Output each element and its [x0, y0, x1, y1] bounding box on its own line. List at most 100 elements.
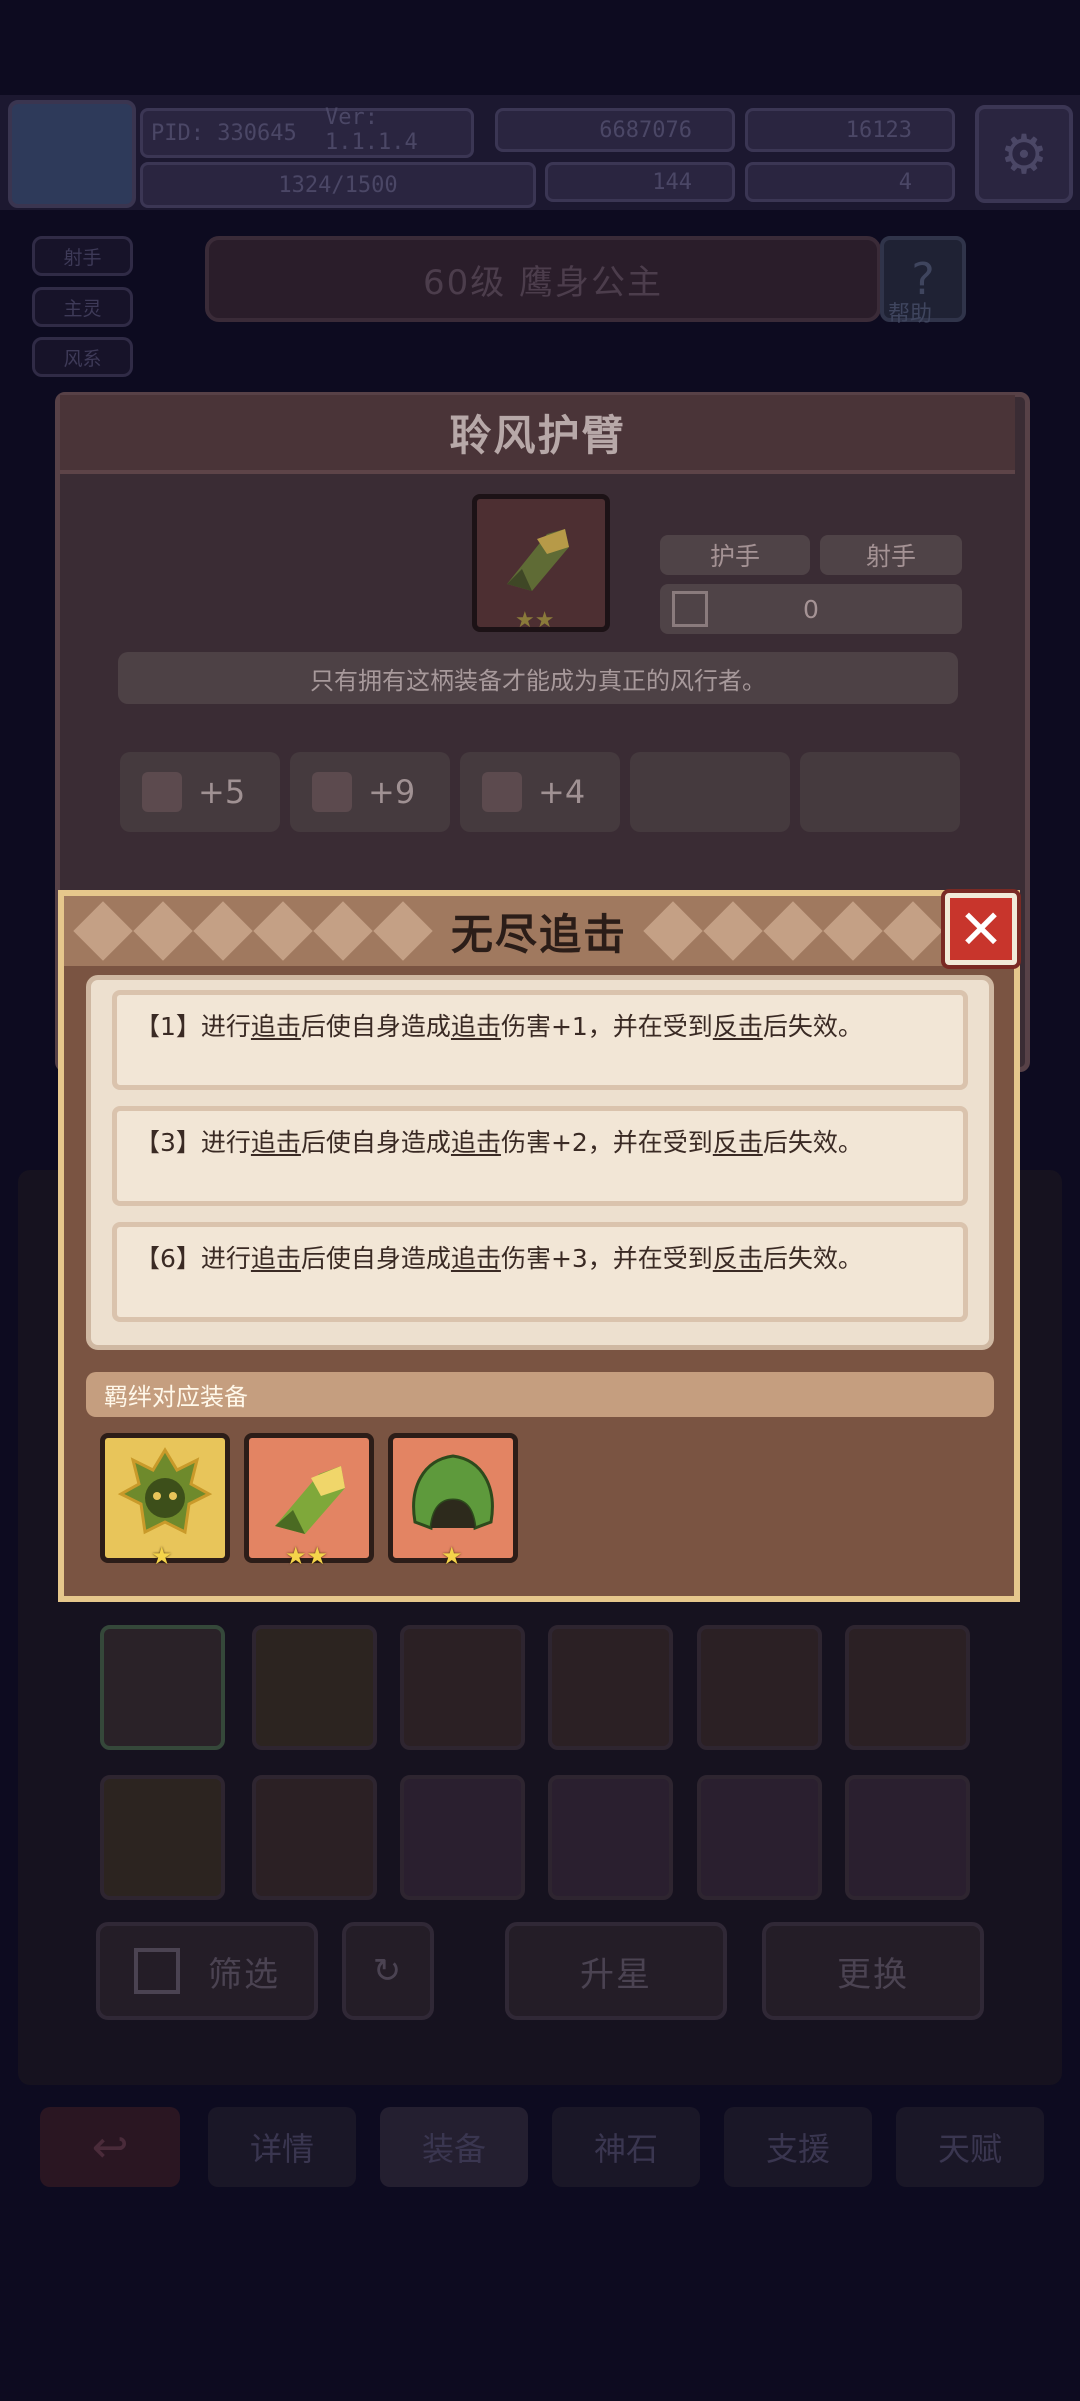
inventory-slot[interactable] — [400, 1625, 525, 1750]
stat-speed: +9 — [290, 752, 450, 832]
effect-tier-3: 【3】进行追击后使自身造成追击伤害+2，并在受到反击后失效。 — [112, 1106, 968, 1206]
avatar[interactable] — [8, 100, 136, 208]
tag-role: 主灵 — [32, 287, 133, 327]
effect-text: 伤害+3，并在受到 — [500, 1244, 713, 1273]
tab-support[interactable]: 支援 — [724, 2107, 872, 2187]
inventory-slot[interactable] — [100, 1625, 225, 1750]
spiked-helmet-icon — [117, 1447, 213, 1535]
item-stars: ★★ — [515, 608, 555, 633]
keyword-link[interactable]: 反击 — [713, 1244, 763, 1273]
inventory-slot[interactable] — [548, 1625, 673, 1750]
feather-icon — [482, 772, 522, 812]
tag-class: 射手 — [32, 236, 133, 276]
keyword-link[interactable]: 反击 — [713, 1012, 763, 1041]
keyword-link[interactable]: 追击 — [251, 1244, 301, 1273]
close-button[interactable]: ✕ — [945, 893, 1017, 965]
tab-talent[interactable]: 天赋 — [896, 2107, 1044, 2187]
equipment-description: 只有拥有这柄装备才能成为真正的风行者。 — [118, 652, 958, 704]
bond-item-helmet[interactable]: ★ — [100, 1433, 230, 1570]
inventory-slot[interactable] — [252, 1625, 377, 1750]
bond-section-title: 羁绊对应装备 — [86, 1372, 994, 1417]
stat-attack: +5 — [120, 752, 280, 832]
star-icon: ★★ — [285, 1542, 329, 1570]
boot-icon — [312, 772, 352, 812]
keyword-link[interactable]: 反击 — [713, 1128, 763, 1157]
effect-text: 【3】进行 — [135, 1128, 251, 1157]
modal-title: 无尽追击 — [450, 909, 627, 959]
exp-bar: 1324/1500 — [140, 162, 536, 208]
star-icon: ★ — [441, 1542, 463, 1570]
keyword-link[interactable]: 追击 — [451, 1012, 501, 1041]
settings-gear-icon[interactable]: ⚙ — [975, 105, 1073, 203]
inventory-slot[interactable] — [697, 1625, 822, 1750]
exp-text: 1324/1500 — [278, 172, 398, 198]
keys-text: 4 — [898, 169, 912, 195]
version-text: Ver: 1.1.1.4 — [325, 105, 418, 155]
refresh-icon: ↻ — [372, 1951, 404, 1991]
effect-text: 后失效。 — [762, 1012, 863, 1041]
effect-text: 后失效。 — [762, 1244, 863, 1273]
refresh-button[interactable]: ↻ — [342, 1922, 434, 2020]
effect-text: 后使自身造成 — [300, 1128, 451, 1157]
upgrade-star-button[interactable]: 升星 — [505, 1922, 727, 2020]
keyword-link[interactable]: 追击 — [451, 1128, 501, 1157]
coins-counter: 6687076 — [495, 108, 735, 152]
help-label: 帮助 — [888, 302, 933, 327]
effect-text: 伤害+1，并在受到 — [500, 1012, 713, 1041]
stat-attack-value: +5 — [198, 773, 246, 811]
keyword-link[interactable]: 追击 — [451, 1244, 501, 1273]
bond-item-bracer[interactable]: ★★ — [244, 1433, 374, 1570]
stat-empty-2 — [800, 752, 960, 832]
shards-text: 144 — [652, 169, 692, 195]
bracer-icon — [275, 1466, 345, 1534]
bond-item-hood[interactable]: ★ — [388, 1433, 518, 1570]
bracer-icon — [507, 529, 569, 591]
version-label: Ver: 1.1.1.4 — [325, 105, 475, 155]
tag-element: 风系 — [32, 337, 133, 377]
inventory-slot[interactable] — [697, 1775, 822, 1900]
keyword-link[interactable]: 追击 — [251, 1128, 301, 1157]
replace-button[interactable]: 更换 — [762, 1922, 984, 2020]
effect-text: 【1】进行 — [135, 1012, 251, 1041]
star-icon: ★ — [151, 1542, 173, 1570]
tab-equipment[interactable]: 装备 — [380, 2107, 528, 2187]
class-tag: 射手 — [820, 535, 962, 575]
type-tag: 护手 — [660, 535, 810, 575]
effect-tier-6: 【6】进行追击后使自身造成追击伤害+3，并在受到反击后失效。 — [112, 1222, 968, 1322]
effect-text: 后失效。 — [762, 1128, 863, 1157]
effect-text: 后使自身造成 — [300, 1012, 451, 1041]
tab-godstone[interactable]: 神石 — [552, 2107, 700, 2187]
close-icon: ✕ — [958, 897, 1004, 961]
effect-text: 后使自身造成 — [300, 1244, 451, 1273]
stat-dodge: +4 — [460, 752, 620, 832]
inventory-slot[interactable] — [252, 1775, 377, 1900]
tab-details[interactable]: 详情 — [208, 2107, 356, 2187]
inventory-slot[interactable] — [400, 1775, 525, 1900]
equipment-name: 聆风护臂 — [60, 395, 1015, 474]
grid-icon — [672, 591, 708, 627]
stat-speed-value: +9 — [368, 773, 416, 811]
gems-counter: 16123 — [745, 108, 955, 152]
value-text: 0 — [803, 594, 819, 624]
inventory-slot[interactable] — [100, 1775, 225, 1900]
back-button[interactable]: ↩ — [40, 2107, 180, 2187]
back-arrow-icon: ↩ — [91, 2121, 129, 2173]
keys-counter: 4 — [745, 162, 955, 202]
attack-icon — [142, 772, 182, 812]
effect-text: 伤害+2，并在受到 — [500, 1128, 713, 1157]
hero-title: 60级 鹰身公主 — [205, 236, 881, 322]
effect-text: 【6】进行 — [135, 1244, 251, 1273]
inventory-slot[interactable] — [845, 1775, 970, 1900]
keyword-link[interactable]: 追击 — [251, 1012, 301, 1041]
gems-text: 16123 — [845, 117, 912, 143]
coins-text: 6687076 — [599, 117, 692, 143]
pid-text: PID: 330645 — [151, 120, 297, 146]
effect-tier-1: 【1】进行追击后使自身造成追击伤害+1，并在受到反击后失效。 — [112, 990, 968, 1090]
value-field: 0 — [660, 584, 962, 634]
green-hood-icon — [412, 1454, 494, 1531]
stat-empty-1 — [630, 752, 790, 832]
inventory-slot[interactable] — [548, 1775, 673, 1900]
filter-button[interactable]: 筛选 — [96, 1922, 318, 2020]
inventory-slot[interactable] — [845, 1625, 970, 1750]
filter-label: 筛选 — [208, 1954, 280, 1995]
